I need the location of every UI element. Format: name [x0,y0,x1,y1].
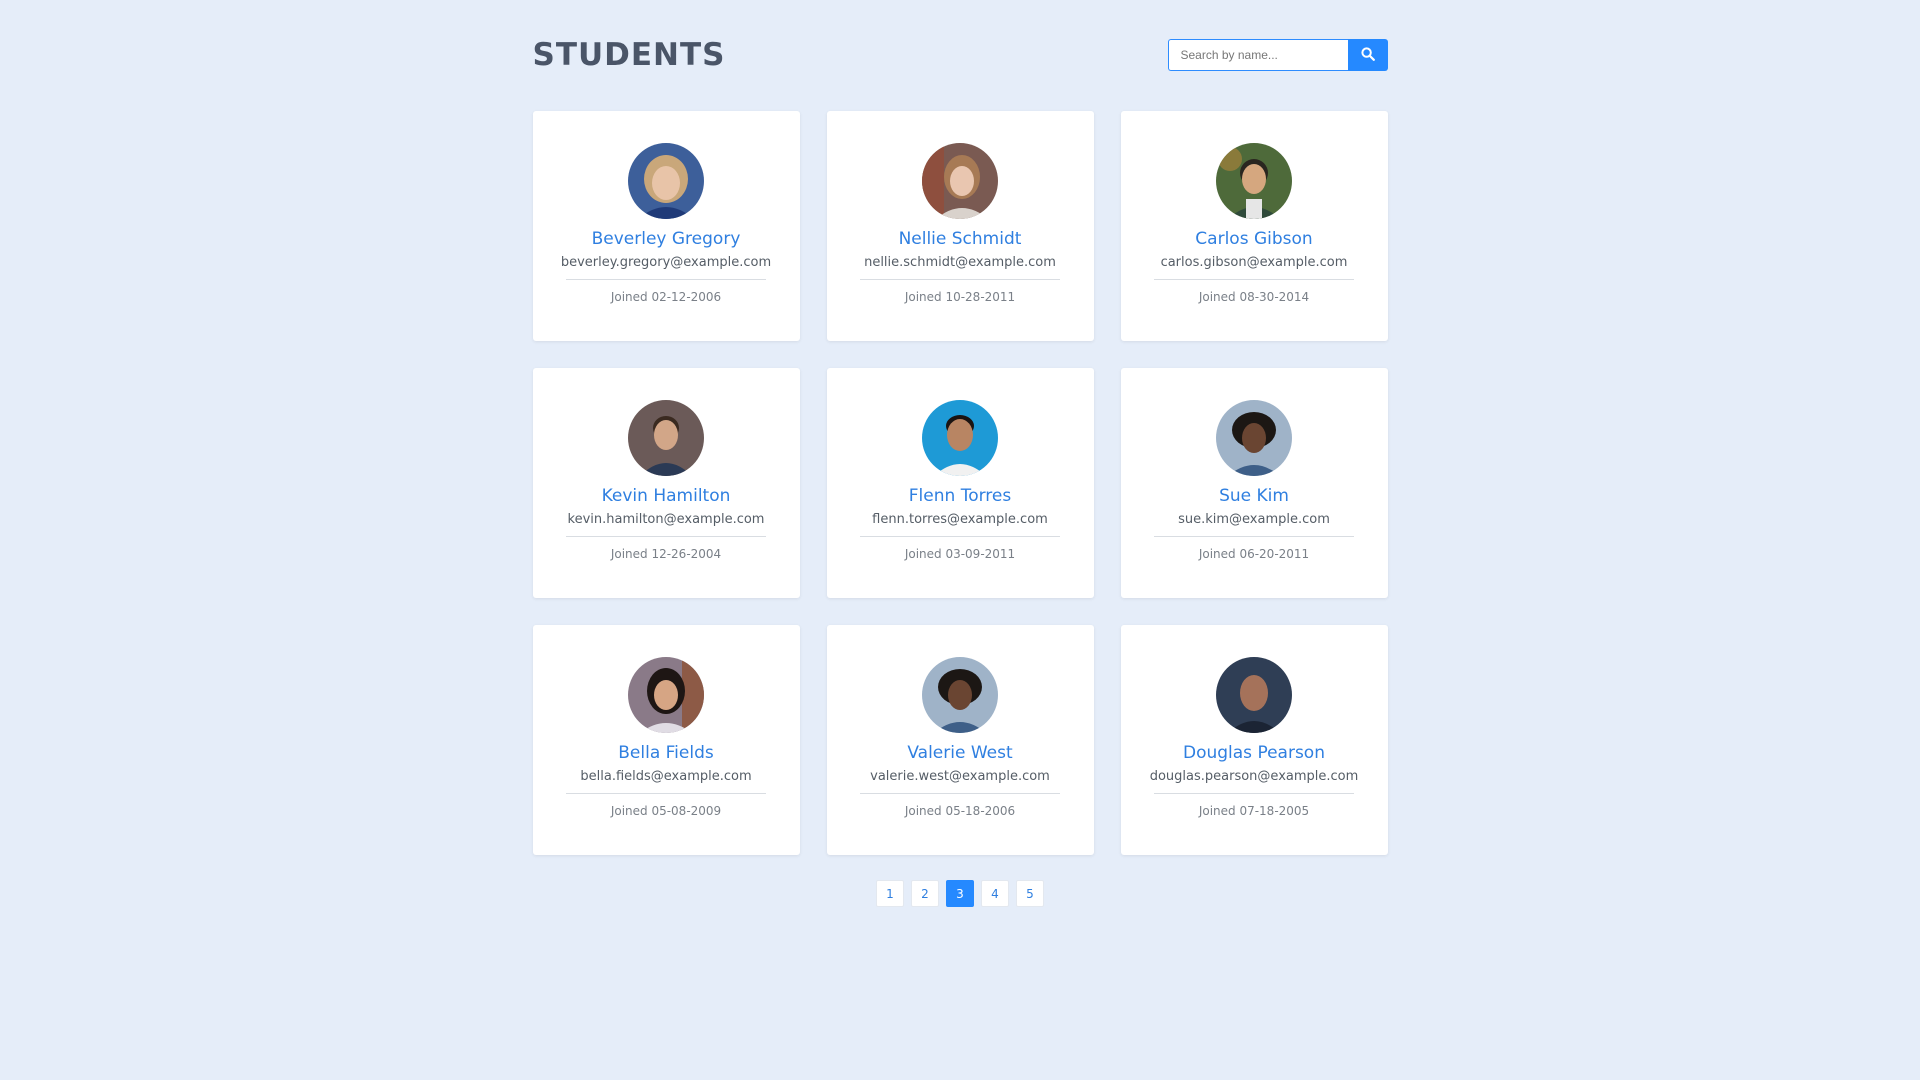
student-card: Valerie West valerie.west@example.com Jo… [826,625,1094,855]
student-email: nellie.schmidt@example.com [864,255,1056,270]
joined-date: Joined 06-20-2011 [1198,547,1310,561]
student-name[interactable]: Sue Kim [1219,486,1289,506]
avatar [922,400,998,476]
student-name[interactable]: Bella Fields [618,743,713,763]
search-icon [1360,46,1375,64]
card-divider [1154,536,1354,537]
joined-date: Joined 03-09-2011 [904,547,1016,561]
student-name[interactable]: Flenn Torres [909,486,1011,506]
joined-date: Joined 05-08-2009 [610,804,722,818]
card-divider [860,279,1060,280]
student-name[interactable]: Kevin Hamilton [602,486,731,506]
avatar [628,143,704,219]
search-form [1167,39,1388,71]
student-email: beverley.gregory@example.com [560,255,772,270]
card-divider [860,536,1060,537]
student-email: flenn.torres@example.com [872,512,1048,527]
joined-date: Joined 12-26-2004 [610,547,722,561]
avatar [922,143,998,219]
avatar [1216,143,1292,219]
search-button[interactable] [1347,39,1388,71]
page-header: STUDENTS [532,37,1388,73]
student-card: Flenn Torres flenn.torres@example.com Jo… [826,368,1094,598]
card-divider [566,793,766,794]
page-title: STUDENTS [532,37,726,73]
student-grid: Beverley Gregory beverley.gregory@exampl… [532,111,1388,855]
search-input[interactable] [1167,39,1348,71]
page-button-2[interactable]: 2 [911,880,939,907]
page-button-5[interactable]: 5 [1016,880,1044,907]
joined-date: Joined 07-18-2005 [1198,804,1310,818]
avatar [628,657,704,733]
student-name[interactable]: Carlos Gibson [1195,229,1312,249]
page-button-1[interactable]: 1 [876,880,904,907]
student-card: Kevin Hamilton kevin.hamilton@example.co… [532,368,800,598]
avatar [922,657,998,733]
joined-date: Joined 05-18-2006 [904,804,1016,818]
card-divider [566,536,766,537]
card-divider [1154,793,1354,794]
student-name[interactable]: Douglas Pearson [1183,743,1325,763]
card-divider [1154,279,1354,280]
student-email: sue.kim@example.com [1178,512,1330,527]
student-email: valerie.west@example.com [870,769,1050,784]
avatar [1216,657,1292,733]
page-button-3[interactable]: 3 [946,880,974,907]
student-email: carlos.gibson@example.com [1160,255,1348,270]
student-card: Beverley Gregory beverley.gregory@exampl… [532,111,800,341]
student-email: douglas.pearson@example.com [1149,769,1359,784]
student-name[interactable]: Nellie Schmidt [899,229,1022,249]
pagination: 1 2 3 4 5 [533,880,1388,907]
card-divider [860,793,1060,794]
student-name[interactable]: Beverley Gregory [592,229,741,249]
joined-date: Joined 10-28-2011 [904,290,1016,304]
student-name[interactable]: Valerie West [907,743,1012,763]
student-card: Sue Kim sue.kim@example.com Joined 06-20… [1120,368,1388,598]
card-divider [566,279,766,280]
avatar [628,400,704,476]
student-email: bella.fields@example.com [580,769,752,784]
joined-date: Joined 02-12-2006 [610,290,722,304]
student-card: Nellie Schmidt nellie.schmidt@example.co… [826,111,1094,341]
avatar [1216,400,1292,476]
page-button-4[interactable]: 4 [981,880,1009,907]
student-card: Douglas Pearson douglas.pearson@example.… [1120,625,1388,855]
student-card: Carlos Gibson carlos.gibson@example.com … [1120,111,1388,341]
students-page: STUDENTS Search by name... Beverley Greg… [532,0,1388,907]
student-email: kevin.hamilton@example.com [567,512,765,527]
student-card: Bella Fields bella.fields@example.com Jo… [532,625,800,855]
joined-date: Joined 08-30-2014 [1198,290,1310,304]
